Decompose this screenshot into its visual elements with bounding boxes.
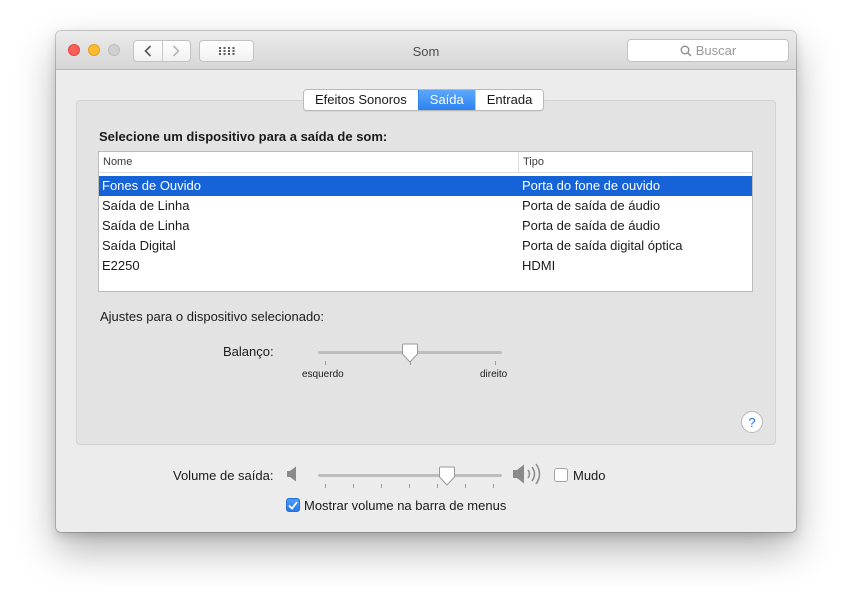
device-name: Saída Digital	[102, 238, 176, 253]
balance-tick	[495, 361, 496, 365]
tab-sound-effects[interactable]: Efeitos Sonoros	[304, 90, 418, 110]
search-icon	[680, 45, 692, 56]
device-name: Fones de Ouvido	[102, 178, 202, 193]
output-volume-slider-thumb[interactable]	[438, 466, 456, 486]
output-volume-slider[interactable]	[318, 474, 502, 477]
device-type: Porta do fone de ouvido	[522, 178, 661, 193]
table-row[interactable]: Saída Digital Porta de saída digital ópt…	[99, 236, 752, 256]
table-row[interactable]: Saída de Linha Porta de saída de áudio	[99, 196, 752, 216]
device-type: Porta de saída de áudio	[522, 198, 661, 213]
search-field[interactable]: Buscar	[627, 39, 789, 62]
table-row[interactable]: Saída de Linha Porta de saída de áudio	[99, 216, 752, 236]
balance-slider-thumb[interactable]	[401, 343, 419, 363]
device-section-title: Selecione um dispositivo para a saída de…	[99, 129, 388, 144]
speaker-low-icon	[287, 466, 296, 482]
mute-label: Mudo	[573, 468, 606, 483]
volume-tick	[325, 484, 326, 488]
mute-checkbox[interactable]	[554, 468, 568, 482]
output-volume-label: Volume de saída:	[173, 468, 274, 483]
sound-preferences-window: Som Buscar Efeitos Sonoros Saída Entrada…	[56, 31, 796, 532]
balance-right-label: direito	[480, 369, 508, 380]
volume-tick	[437, 484, 438, 488]
table-row[interactable]: Fones de Ouvido Porta do fone de ouvido	[99, 176, 752, 196]
table-header: Nome Tipo	[99, 152, 752, 173]
device-name: Saída de Linha	[102, 218, 190, 233]
show-volume-in-menu-bar-label: Mostrar volume na barra de menus	[304, 498, 507, 513]
column-header-type[interactable]: Tipo	[519, 152, 752, 172]
checkmark-icon	[288, 500, 298, 510]
table-body: Fones de Ouvido Porta do fone de ouvido …	[99, 173, 752, 276]
search-placeholder: Buscar	[695, 43, 737, 58]
balance-left-label: esquerdo	[302, 369, 344, 380]
volume-tick	[465, 484, 466, 488]
show-volume-in-menu-bar-checkbox[interactable]	[286, 498, 300, 512]
column-header-name[interactable]: Nome	[99, 152, 519, 172]
balance-tick	[325, 361, 326, 365]
table-row[interactable]: E2250 HDMI	[99, 256, 752, 276]
balance-tick	[410, 361, 411, 365]
volume-tick	[381, 484, 382, 488]
output-device-table[interactable]: Nome Tipo Fones de Ouvido Porta do fone …	[98, 151, 753, 292]
help-button[interactable]: ?	[741, 411, 763, 433]
device-settings-label: Ajustes para o dispositivo selecionado:	[100, 309, 325, 324]
device-type: HDMI	[522, 258, 556, 273]
device-name: E2250	[102, 258, 140, 273]
titlebar: Som Buscar	[56, 31, 796, 70]
volume-tick	[409, 484, 410, 488]
device-name: Saída de Linha	[102, 198, 190, 213]
speaker-high-icon	[513, 463, 541, 485]
device-type: Porta de saída de áudio	[522, 218, 661, 233]
tab-bar: Efeitos Sonoros Saída Entrada	[303, 89, 545, 111]
tab-input[interactable]: Entrada	[474, 90, 544, 110]
tab-output[interactable]: Saída	[417, 90, 475, 110]
volume-tick	[493, 484, 494, 488]
volume-tick	[353, 484, 354, 488]
balance-label: Balanço:	[223, 344, 274, 359]
device-type: Porta de saída digital óptica	[522, 238, 683, 253]
